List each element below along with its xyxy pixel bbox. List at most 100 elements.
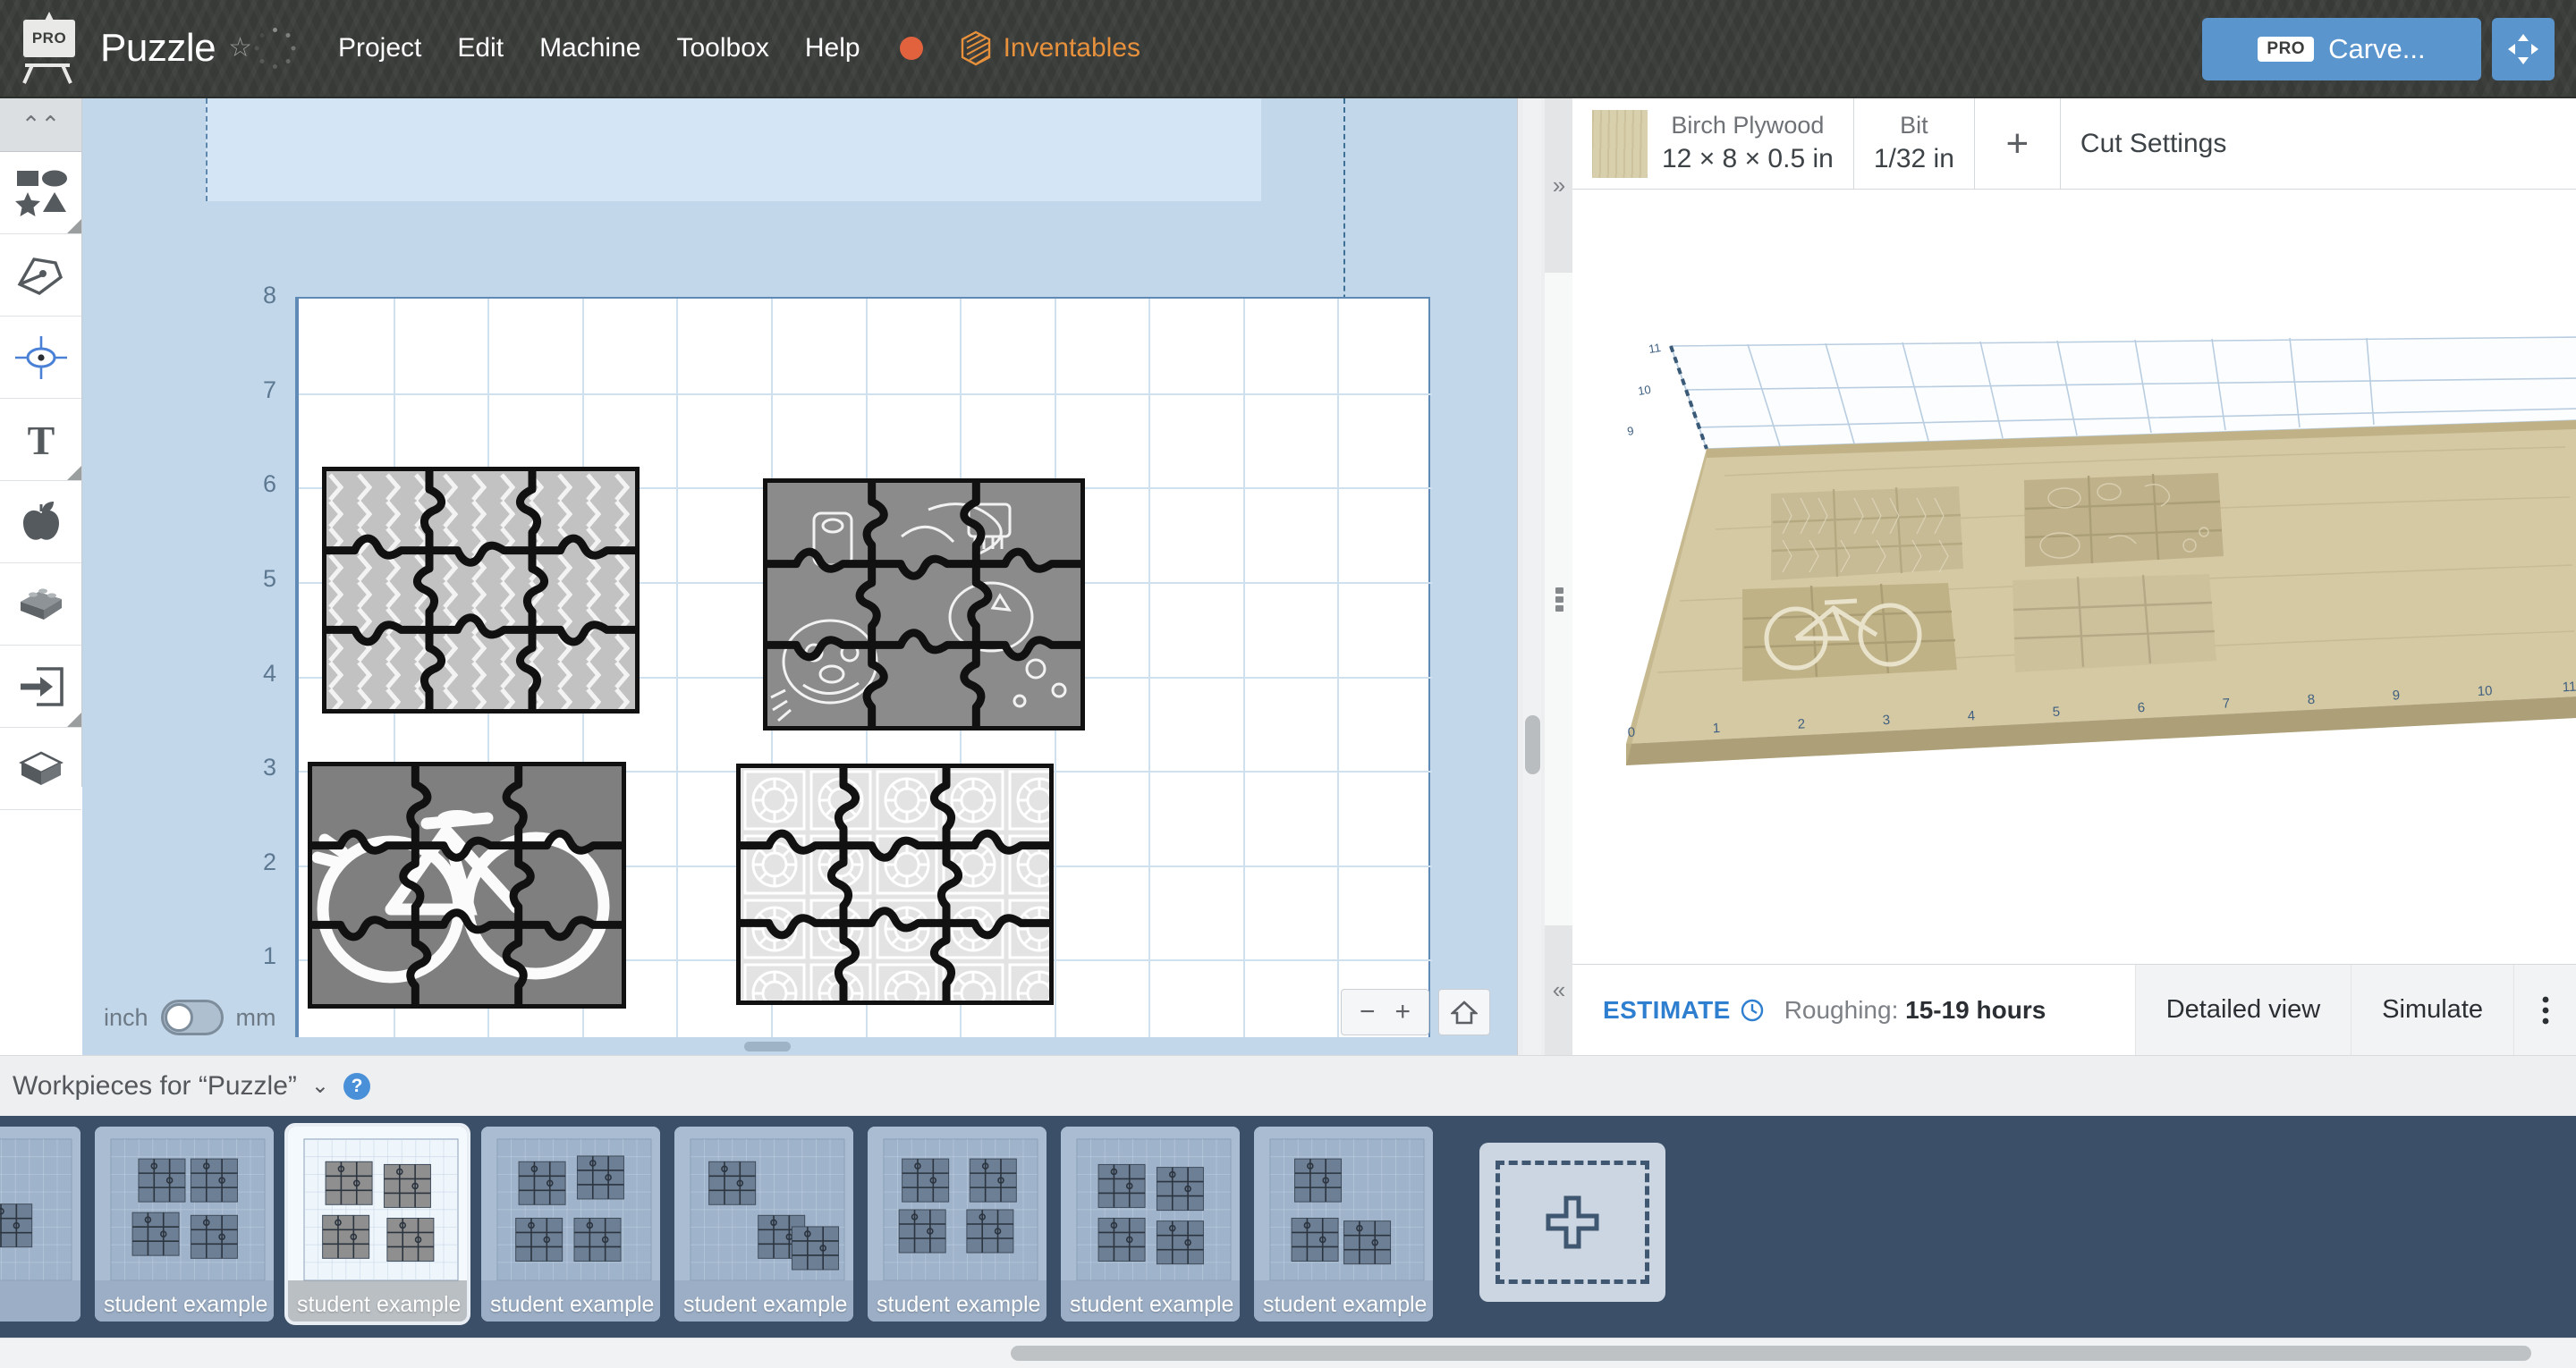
workpieces-help-icon[interactable]: ? xyxy=(343,1072,370,1100)
workpieces-chevron-down-icon[interactable]: ⌄ xyxy=(311,1073,329,1099)
home-icon xyxy=(1451,1001,1478,1025)
3d-viewport[interactable]: 11 10 9 0 1 2 3 4 5 6 7 8 9 10 11 xyxy=(1572,190,2576,964)
divider-scrollbar[interactable] xyxy=(1523,98,1541,1055)
tool-more-corner xyxy=(67,713,81,727)
material-selector[interactable]: Birch Plywood 12 × 8 × 0.5 in xyxy=(1572,98,1854,189)
simulate-label: Simulate xyxy=(2382,995,2483,1024)
puzzle-art-2 xyxy=(312,766,622,1004)
carve-button[interactable]: PRO Carve... xyxy=(2202,18,2481,80)
workpiece-card-5[interactable]: student example xyxy=(868,1127,1046,1322)
unit-toggle[interactable]: inch mm xyxy=(104,1000,276,1035)
y-axis-tick-3: 3 xyxy=(263,754,277,781)
divider-scrollbar-thumb[interactable] xyxy=(1525,715,1540,774)
favorite-star-icon[interactable]: ☆ xyxy=(228,35,252,62)
y-axis-tick-7: 7 xyxy=(263,376,277,403)
preview-panel: Birch Plywood 12 × 8 × 0.5 in Bit 1/32 i… xyxy=(1572,98,2576,1055)
svg-text:7: 7 xyxy=(2222,696,2230,711)
collapse-preview-button[interactable]: « xyxy=(1545,925,1573,1055)
text-tool-icon: T xyxy=(27,418,55,461)
roughing-prefix: Roughing: xyxy=(1784,995,1899,1024)
zoom-in-out-group[interactable]: − + xyxy=(1340,989,1429,1035)
svg-text:1: 1 xyxy=(1712,721,1720,736)
workpiece-label: student example xyxy=(104,1292,268,1317)
unit-toggle-switch[interactable] xyxy=(160,1000,224,1035)
cut-settings-button[interactable]: Cut Settings xyxy=(2061,98,2246,189)
tool-center-point[interactable] xyxy=(0,317,81,399)
pen-tool-icon xyxy=(17,257,63,295)
tool-more-corner xyxy=(67,219,81,233)
tool-apps[interactable] xyxy=(0,481,81,563)
divider-drag-handle[interactable] xyxy=(1545,273,1573,925)
inventables-link[interactable]: Inventables xyxy=(959,30,1140,66)
toolbar-collapse-button[interactable]: ⌃⌃ xyxy=(0,98,81,152)
easel-logo-icon[interactable]: PRO xyxy=(21,12,77,84)
detailed-view-button[interactable]: Detailed view xyxy=(2134,964,2351,1055)
bottom-horizontal-scrollbar[interactable] xyxy=(0,1338,2576,1368)
tool-import[interactable] xyxy=(0,646,81,728)
zoom-fit-home-button[interactable] xyxy=(1438,989,1490,1035)
menu-item-toolbox[interactable]: Toolbox xyxy=(676,33,768,63)
y-axis-tick-6: 6 xyxy=(263,470,277,498)
menu-item-machine[interactable]: Machine xyxy=(539,33,640,63)
zoom-out-button[interactable]: − xyxy=(1360,997,1376,1027)
svg-text:3: 3 xyxy=(1882,713,1890,728)
svg-text:11: 11 xyxy=(1648,341,1662,356)
workpiece-card-3[interactable]: student example xyxy=(481,1127,660,1322)
material-dimensions: 12 × 8 × 0.5 in xyxy=(1662,143,1834,173)
workpiece-thumbnail-0 xyxy=(0,1127,80,1322)
workpiece-card-0[interactable]: example xyxy=(0,1127,80,1322)
chevron-right-icon: » xyxy=(1552,172,1566,198)
tool-shapes[interactable] xyxy=(0,152,81,234)
tool-3d[interactable] xyxy=(0,728,81,810)
design-canvas[interactable]: 0123456789101112012345678 inch mm − + xyxy=(82,98,1517,1055)
preview-more-button[interactable] xyxy=(2513,964,2576,1055)
puzzle-top-right[interactable] xyxy=(763,478,1085,730)
roughing-estimate: Roughing: 15-19 hours xyxy=(1784,996,2046,1025)
bottom-scrollbar-thumb[interactable] xyxy=(1011,1346,2531,1361)
workpieces-strip[interactable]: example student example student example … xyxy=(0,1116,2576,1338)
y-axis-tick-8: 8 xyxy=(263,282,277,308)
left-toolbar: ⌃⌃ T xyxy=(0,98,82,810)
workpiece-card-7[interactable]: student example xyxy=(1254,1127,1433,1322)
saving-spinner-icon xyxy=(254,28,296,69)
puzzle-bottom-right[interactable] xyxy=(736,764,1054,1005)
workpiece-label: student example xyxy=(683,1292,848,1317)
svg-text:11: 11 xyxy=(2562,680,2576,696)
tool-text[interactable]: T xyxy=(0,399,81,481)
workpiece-label: student example xyxy=(877,1292,1041,1317)
clock-icon[interactable] xyxy=(1740,998,1765,1023)
svg-text:9: 9 xyxy=(1626,424,1634,438)
bit-selector[interactable]: Bit 1/32 in xyxy=(1854,98,1975,189)
svg-text:9: 9 xyxy=(2392,688,2400,703)
menu-item-edit[interactable]: Edit xyxy=(457,33,504,63)
svg-text:10: 10 xyxy=(2477,683,2493,699)
puzzle-bottom-left[interactable] xyxy=(308,762,626,1009)
workpiece-card-1[interactable]: student example xyxy=(95,1127,274,1322)
workpiece-card-6[interactable]: student example xyxy=(1061,1127,1240,1322)
expand-preview-button[interactable]: » xyxy=(1545,98,1573,273)
canvas-horizontal-scrollbar[interactable] xyxy=(82,1037,1517,1055)
puzzle-top-left[interactable] xyxy=(322,467,640,714)
add-workpiece-button[interactable] xyxy=(1479,1143,1665,1302)
add-bit-button[interactable]: + xyxy=(1975,98,2061,189)
expand-arrows-icon xyxy=(2508,34,2538,64)
plugins-brick-icon xyxy=(20,587,62,620)
svg-text:4: 4 xyxy=(1967,708,1975,723)
workpiece-card-4[interactable]: student example xyxy=(674,1127,853,1322)
menu-item-help[interactable]: Help xyxy=(805,33,860,63)
y-axis-line xyxy=(295,297,299,1053)
tool-draw-pen[interactable] xyxy=(0,234,81,317)
scrollbar-thumb[interactable] xyxy=(744,1042,791,1051)
fullscreen-button[interactable] xyxy=(2492,18,2555,80)
tool-plugins[interactable] xyxy=(0,563,81,646)
zoom-in-button[interactable]: + xyxy=(1394,997,1411,1027)
workpiece-card-2[interactable]: student example xyxy=(284,1123,470,1325)
grid-line-horizontal xyxy=(299,393,1432,395)
unit-toggle-knob xyxy=(164,1003,193,1032)
chevron-left-icon: « xyxy=(1552,976,1566,1003)
simulate-button[interactable]: Simulate xyxy=(2351,964,2513,1055)
3d-depth-ticks: 11 10 9 xyxy=(1626,341,1662,438)
y-axis-tick-4: 4 xyxy=(263,659,277,687)
menu-item-project[interactable]: Project xyxy=(338,33,421,63)
bit-label: Bit xyxy=(1900,112,1928,139)
